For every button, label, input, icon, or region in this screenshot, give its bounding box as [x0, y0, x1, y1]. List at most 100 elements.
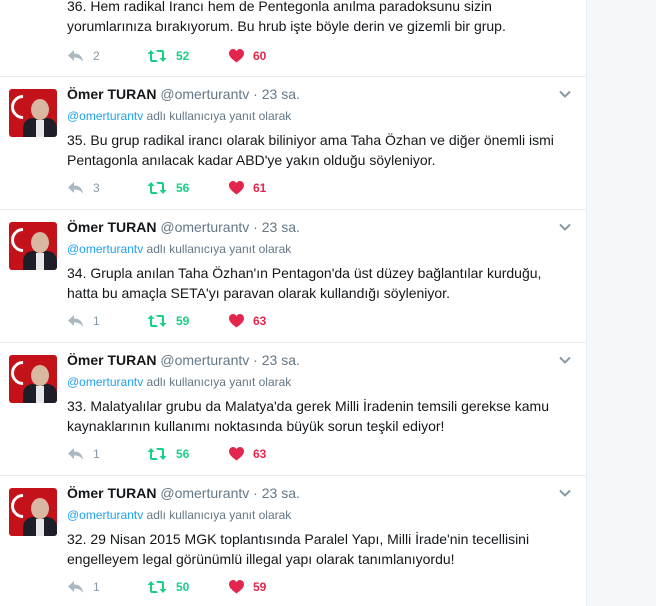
retweet-count: 52	[176, 49, 190, 63]
heart-icon	[229, 49, 244, 63]
reply-count: 2	[93, 49, 100, 63]
chevron-down-icon	[559, 356, 571, 364]
retweet-icon	[147, 581, 167, 593]
more-options-button[interactable]	[558, 87, 572, 101]
retweet-count: 56	[176, 447, 190, 461]
separator: ·	[249, 86, 262, 102]
reply-icon	[68, 448, 83, 460]
tweet-actions: 3 56 61	[67, 178, 367, 198]
reply-button[interactable]: 2	[67, 46, 100, 66]
tweet-text: 35. Bu grup radikal irancı olarak bilini…	[67, 130, 575, 170]
like-button[interactable]: 61	[229, 178, 266, 198]
tweet-32[interactable]: Ömer TURAN @omerturantv · 23 sa. @omertu…	[0, 476, 586, 606]
avatar[interactable]	[9, 89, 57, 137]
tweet-text-line: Pentagonla anılacak kadar ABD'ye yakın o…	[67, 152, 436, 168]
like-count: 59	[253, 580, 267, 594]
timestamp[interactable]: 23 sa.	[262, 352, 300, 368]
tweet-text-line: 36. Hem radikal İrancı hem de Pentegonla…	[67, 0, 492, 14]
retweet-button[interactable]: 52	[147, 46, 189, 66]
tweet-text-line: 32. 29 Nisan 2015 MGK toplantısında Para…	[67, 531, 530, 547]
tweet-text-line: yorumlarınıza bırakıyorum. Bu hrub işte …	[67, 18, 506, 34]
tweet-actions: 1 50 59	[67, 577, 367, 597]
reply-icon	[68, 315, 83, 327]
like-button[interactable]: 63	[229, 311, 266, 331]
reply-icon	[68, 50, 83, 62]
reply-mention-link[interactable]: @omerturantv	[67, 375, 143, 389]
reply-context: @omerturantv adlı kullanıcıya yanıt olar…	[67, 109, 291, 123]
author-handle[interactable]: @omerturantv	[160, 86, 249, 102]
avatar[interactable]	[9, 355, 57, 403]
author-handle[interactable]: @omerturantv	[160, 485, 249, 501]
author-name[interactable]: Ömer TURAN	[67, 219, 156, 235]
reply-icon	[68, 581, 83, 593]
retweet-icon	[147, 50, 167, 62]
tweet-actions: 1 59 63	[67, 311, 367, 331]
author-handle[interactable]: @omerturantv	[160, 219, 249, 235]
tweet-34[interactable]: Ömer TURAN @omerturantv · 23 sa. @omertu…	[0, 210, 586, 343]
timeline: 36. Hem radikal İrancı hem de Pentegonla…	[0, 0, 587, 606]
author-handle[interactable]: @omerturantv	[160, 352, 249, 368]
reply-button[interactable]: 1	[67, 311, 100, 331]
reply-mention-link[interactable]: @omerturantv	[67, 109, 143, 123]
reply-mention-link[interactable]: @omerturantv	[67, 242, 143, 256]
like-button[interactable]: 63	[229, 444, 266, 464]
retweet-button[interactable]: 50	[147, 577, 189, 597]
author-name[interactable]: Ömer TURAN	[67, 352, 156, 368]
reply-count: 1	[93, 447, 100, 461]
more-options-button[interactable]	[558, 353, 572, 367]
reply-icon	[68, 182, 83, 194]
tweet-text: 34. Grupla anılan Taha Özhan'ın Pentagon…	[67, 263, 575, 303]
reply-context-text: adlı kullanıcıya yanıt olarak	[143, 242, 292, 256]
retweet-button[interactable]: 56	[147, 178, 189, 198]
avatar-head	[31, 99, 49, 120]
avatar[interactable]	[9, 488, 57, 536]
like-count: 63	[253, 447, 267, 461]
heart-icon	[229, 314, 244, 328]
author-name[interactable]: Ömer TURAN	[67, 485, 156, 501]
reply-context-text: adlı kullanıcıya yanıt olarak	[143, 508, 292, 522]
reply-button[interactable]: 3	[67, 178, 100, 198]
retweet-icon	[147, 182, 167, 194]
like-button[interactable]: 59	[229, 577, 266, 597]
more-options-button[interactable]	[558, 486, 572, 500]
separator: ·	[249, 485, 262, 501]
retweet-count: 50	[176, 580, 190, 594]
tweet-text-line: 33. Malatyalılar grubu da Malatya'da ger…	[67, 398, 550, 414]
tweet-text-line: engelleyem legal görünümlü illegal yapı …	[67, 551, 455, 567]
timestamp[interactable]: 23 sa.	[262, 485, 300, 501]
more-options-button[interactable]	[558, 220, 572, 234]
tweet-35[interactable]: Ömer TURAN @omerturantv · 23 sa. @omertu…	[0, 77, 586, 210]
like-button[interactable]: 60	[229, 46, 266, 66]
reply-mention-link[interactable]: @omerturantv	[67, 508, 143, 522]
reply-button[interactable]: 1	[67, 444, 100, 464]
reply-context: @omerturantv adlı kullanıcıya yanıt olar…	[67, 508, 291, 522]
avatar-shirt	[36, 386, 44, 403]
tweet-header: Ömer TURAN @omerturantv · 23 sa.	[67, 86, 300, 102]
timestamp[interactable]: 23 sa.	[262, 219, 300, 235]
chevron-down-icon	[559, 223, 571, 231]
reply-context-text: adlı kullanıcıya yanıt olarak	[143, 109, 292, 123]
reply-count: 1	[93, 314, 100, 328]
author-name[interactable]: Ömer TURAN	[67, 86, 156, 102]
tweet-header: Ömer TURAN @omerturantv · 23 sa.	[67, 352, 300, 368]
like-count: 60	[253, 49, 267, 63]
reply-button[interactable]: 1	[67, 577, 100, 597]
retweet-icon	[147, 315, 167, 327]
tweet-33[interactable]: Ömer TURAN @omerturantv · 23 sa. @omertu…	[0, 343, 586, 476]
reply-context: @omerturantv adlı kullanıcıya yanıt olar…	[67, 242, 291, 256]
avatar[interactable]	[9, 222, 57, 270]
timestamp[interactable]: 23 sa.	[262, 86, 300, 102]
reply-count: 3	[93, 181, 100, 195]
retweet-button[interactable]: 56	[147, 444, 189, 464]
avatar-shirt	[36, 120, 44, 137]
tweet-actions: 2 52 60	[67, 46, 367, 66]
retweet-count: 59	[176, 314, 190, 328]
tweet-36[interactable]: 36. Hem radikal İrancı hem de Pentegonla…	[0, 0, 586, 77]
tweet-text: 36. Hem radikal İrancı hem de Pentegonla…	[67, 0, 575, 36]
avatar-head	[31, 232, 49, 253]
tweet-text-line: 34. Grupla anılan Taha Özhan'ın Pentagon…	[67, 265, 542, 281]
retweet-button[interactable]: 59	[147, 311, 189, 331]
separator: ·	[249, 352, 262, 368]
heart-icon	[229, 447, 244, 461]
tweet-header: Ömer TURAN @omerturantv · 23 sa.	[67, 219, 300, 235]
